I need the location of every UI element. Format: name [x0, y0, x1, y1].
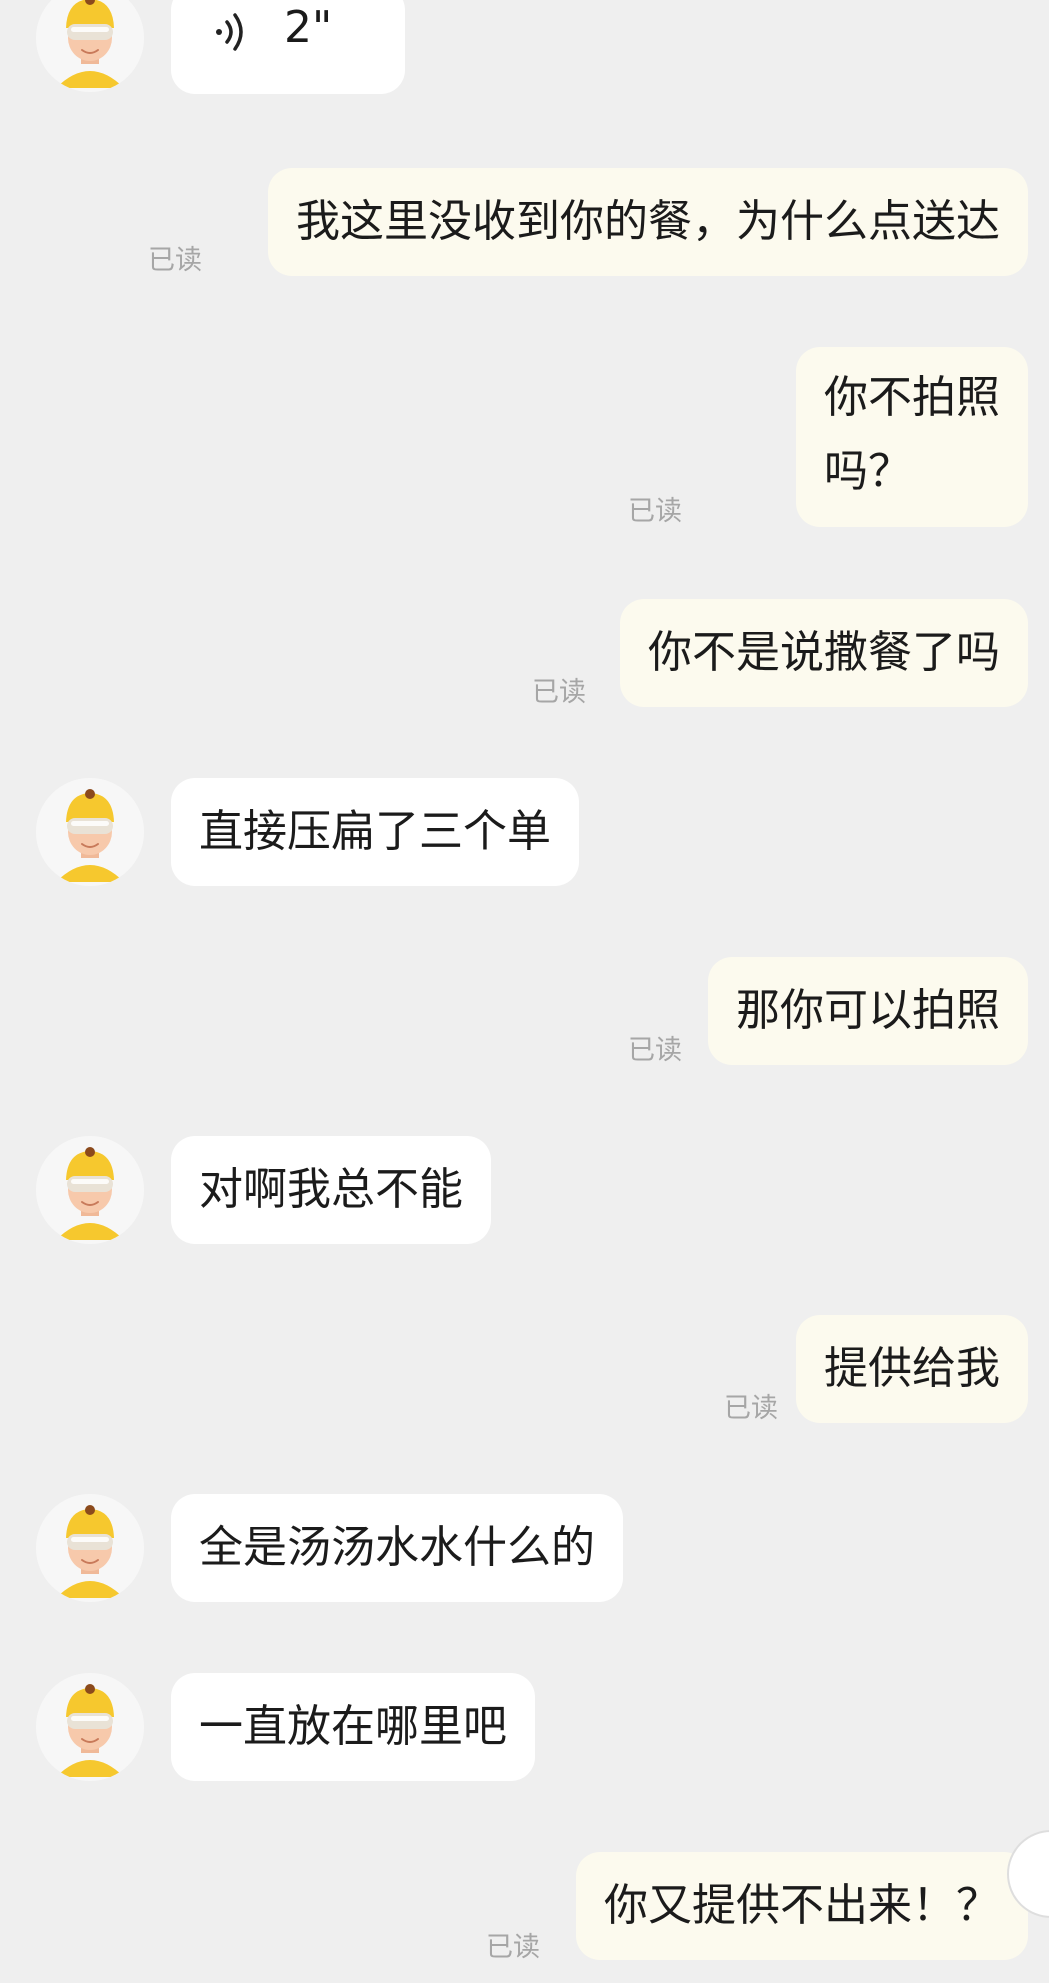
message-line: 吗？: [824, 446, 912, 497]
incoming-message-bubble[interactable]: 一直放在哪里吧: [171, 1673, 535, 1781]
read-receipt: 已读: [148, 245, 202, 276]
voice-duration: 2": [284, 2, 333, 53]
read-receipt: 已读: [724, 1393, 778, 1424]
read-receipt: 已读: [628, 496, 682, 527]
outgoing-message-bubble[interactable]: 提供给我: [796, 1315, 1028, 1423]
incoming-message-bubble[interactable]: 对啊我总不能: [171, 1136, 491, 1244]
outgoing-message-bubble[interactable]: 我这里没收到你的餐，为什么点送达: [268, 168, 1028, 276]
incoming-message-bubble[interactable]: 全是汤汤水水什么的: [171, 1494, 623, 1602]
courier-avatar-icon[interactable]: [36, 0, 144, 92]
incoming-message-bubble[interactable]: 直接压扁了三个单: [171, 778, 579, 886]
voice-wave-icon: [216, 13, 243, 51]
read-receipt: 已读: [532, 677, 586, 708]
courier-avatar-icon[interactable]: [36, 1673, 144, 1781]
outgoing-message-bubble[interactable]: 那你可以拍照: [708, 957, 1028, 1065]
voice-message-bubble[interactable]: 2": [171, 0, 405, 94]
courier-avatar-icon[interactable]: [36, 778, 144, 886]
read-receipt: 已读: [628, 1035, 682, 1066]
courier-avatar-icon[interactable]: [36, 1494, 144, 1602]
outgoing-message-bubble[interactable]: 你不拍照 吗？: [796, 347, 1028, 527]
courier-avatar-icon[interactable]: [36, 1136, 144, 1244]
read-receipt: 已读: [486, 1932, 540, 1963]
outgoing-message-bubble[interactable]: 你又提供不出来！？: [576, 1852, 1028, 1960]
message-line: 你不拍照: [824, 372, 1000, 423]
outgoing-message-bubble[interactable]: 你不是说撒餐了吗: [620, 599, 1028, 707]
